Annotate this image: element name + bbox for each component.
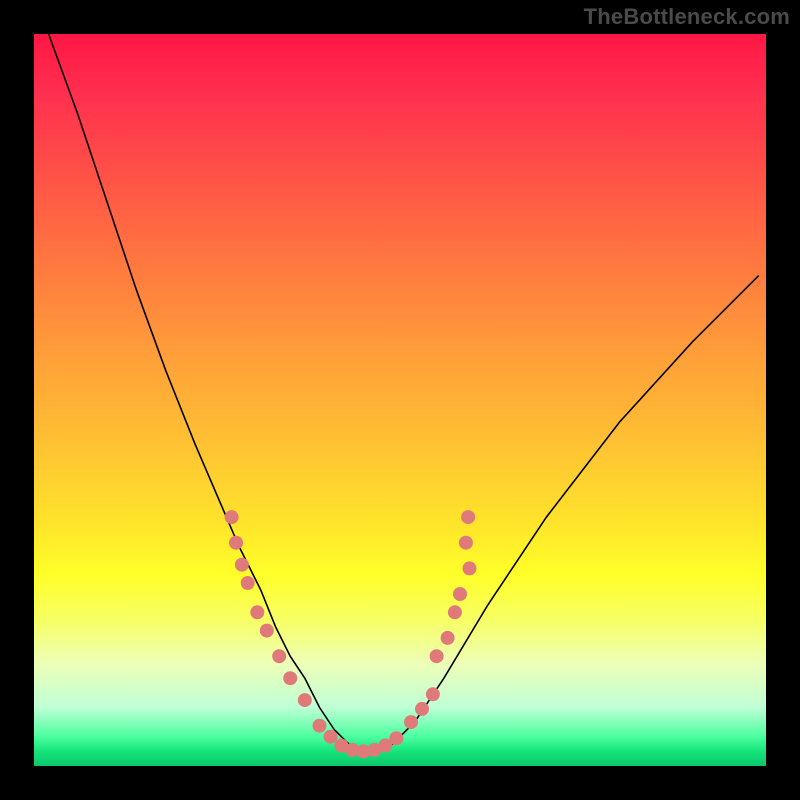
data-marker	[461, 510, 475, 524]
data-marker	[225, 510, 239, 524]
data-marker	[463, 561, 477, 575]
data-marker	[241, 576, 255, 590]
data-marker	[415, 702, 429, 716]
data-marker	[313, 719, 327, 733]
watermark-text: TheBottleneck.com	[584, 4, 790, 30]
data-marker	[441, 631, 455, 645]
curve-layer	[34, 34, 766, 766]
data-marker	[430, 649, 444, 663]
data-marker	[229, 536, 243, 550]
plot-area	[34, 34, 766, 766]
data-marker	[389, 731, 403, 745]
bottleneck-curve	[49, 34, 759, 751]
data-marker	[272, 649, 286, 663]
data-marker	[260, 624, 274, 638]
data-marker	[324, 730, 338, 744]
data-marker	[404, 715, 418, 729]
data-marker	[448, 605, 462, 619]
chart-frame: TheBottleneck.com	[0, 0, 800, 800]
data-marker	[453, 587, 467, 601]
data-marker	[298, 693, 312, 707]
data-marker	[459, 536, 473, 550]
data-marker	[235, 558, 249, 572]
data-marker	[283, 671, 297, 685]
data-marker	[426, 687, 440, 701]
data-marker	[250, 605, 264, 619]
marker-group	[225, 510, 477, 758]
